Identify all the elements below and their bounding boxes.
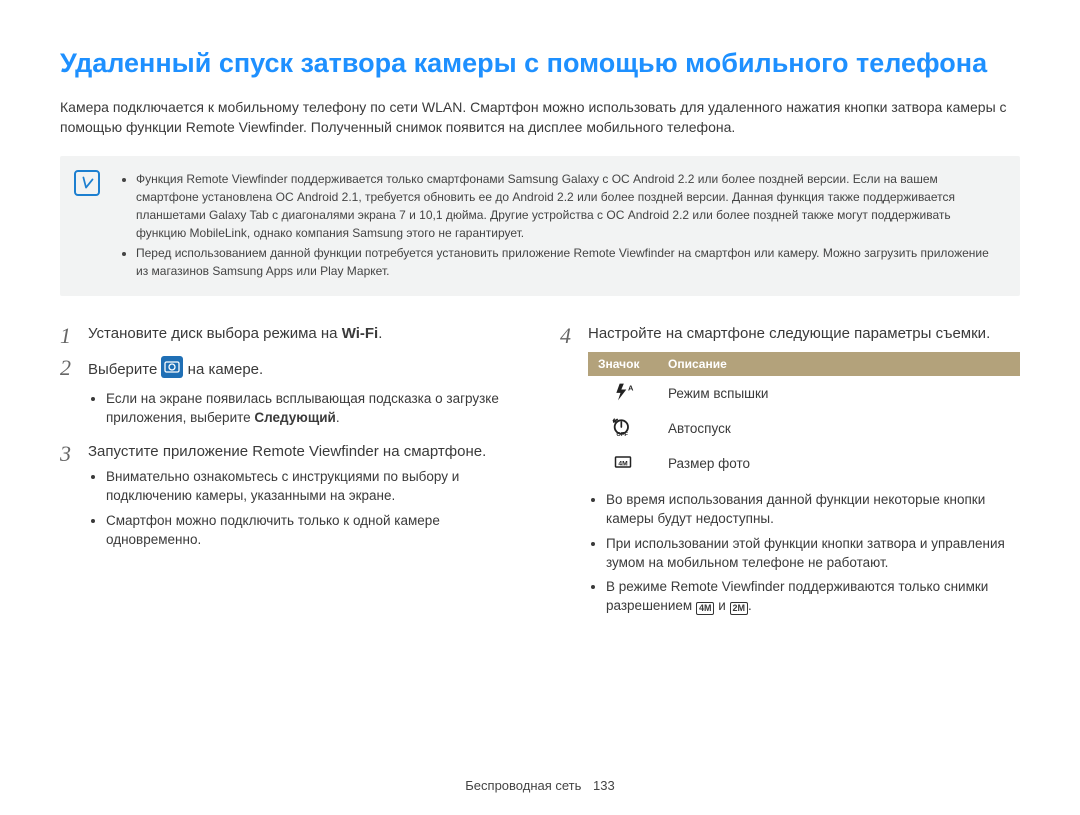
step1-pre: Установите диск выбора режима на bbox=[88, 325, 342, 342]
footer-section: Беспроводная сеть bbox=[465, 778, 581, 793]
step2-sub-item: Если на экране появилась всплывающая под… bbox=[106, 390, 520, 428]
svg-text:OFF: OFF bbox=[616, 432, 628, 437]
footer-page-number: 133 bbox=[593, 778, 615, 793]
photo-size-icon: 4M bbox=[588, 446, 658, 481]
step3-text: Запустите приложение Remote Viewfinder н… bbox=[88, 442, 520, 462]
table-desc: Автоспуск bbox=[658, 411, 1020, 446]
step-2: 2 Выберите на камере. bbox=[60, 356, 520, 434]
table-row: A Режим вспышки bbox=[588, 376, 1020, 411]
step-number: 1 bbox=[60, 324, 88, 348]
table-header-icon: Значок bbox=[588, 352, 658, 376]
table-header-desc: Описание bbox=[658, 352, 1020, 376]
wifi-label: Wi-Fi bbox=[342, 325, 379, 342]
step-number: 4 bbox=[560, 324, 588, 623]
step4-bullet: В режиме Remote Viewfinder поддерживаютс… bbox=[606, 578, 1020, 616]
settings-table: Значок Описание A Режим вспышки bbox=[588, 352, 1020, 481]
step1-post: . bbox=[378, 325, 382, 342]
note-item: Перед использованием данной функции потр… bbox=[136, 244, 1002, 280]
table-desc: Режим вспышки bbox=[658, 376, 1020, 411]
svg-text:4M: 4M bbox=[618, 460, 628, 467]
page-footer: Беспроводная сеть 133 bbox=[0, 778, 1080, 793]
step3-sub-item: Смартфон можно подключить только к одной… bbox=[106, 512, 520, 550]
svg-text:A: A bbox=[628, 383, 634, 392]
remote-viewfinder-app-icon bbox=[161, 356, 183, 384]
step-4: 4 Настройте на смартфоне следующие парам… bbox=[560, 324, 1020, 623]
right-column: 4 Настройте на смартфоне следующие парам… bbox=[560, 324, 1020, 631]
step4-bullet: Во время использования данной функции не… bbox=[606, 491, 1020, 529]
left-column: 1 Установите диск выбора режима на Wi-Fi… bbox=[60, 324, 520, 631]
note-icon bbox=[74, 170, 100, 196]
step-3: 3 Запустите приложение Remote Viewfinder… bbox=[60, 442, 520, 556]
intro-text: Камера подключается к мобильному телефон… bbox=[60, 97, 1020, 138]
table-row: 4M Размер фото bbox=[588, 446, 1020, 481]
size-2m-icon: 2M bbox=[730, 602, 749, 615]
note-item: Функция Remote Viewfinder поддерживается… bbox=[136, 170, 1002, 242]
step2-post: на камере. bbox=[188, 361, 264, 378]
step3-sub-item: Внимательно ознакомьтесь с инструкциями … bbox=[106, 468, 520, 506]
flash-mode-icon: A bbox=[588, 376, 658, 411]
size-4m-icon: 4M bbox=[696, 602, 715, 615]
note-box: Функция Remote Viewfinder поддерживается… bbox=[60, 156, 1020, 296]
step4-text: Настройте на смартфоне следующие парамет… bbox=[588, 324, 1020, 344]
step4-bullet: При использовании этой функции кнопки за… bbox=[606, 535, 1020, 573]
table-desc: Размер фото bbox=[658, 446, 1020, 481]
step-number: 2 bbox=[60, 356, 88, 434]
page-title: Удаленный спуск затвора камеры с помощью… bbox=[60, 48, 1020, 79]
step-number: 3 bbox=[60, 442, 88, 556]
self-timer-icon: OFF bbox=[588, 411, 658, 446]
step-1: 1 Установите диск выбора режима на Wi-Fi… bbox=[60, 324, 520, 348]
step2-pre: Выберите bbox=[88, 361, 161, 378]
table-row: OFF Автоспуск bbox=[588, 411, 1020, 446]
